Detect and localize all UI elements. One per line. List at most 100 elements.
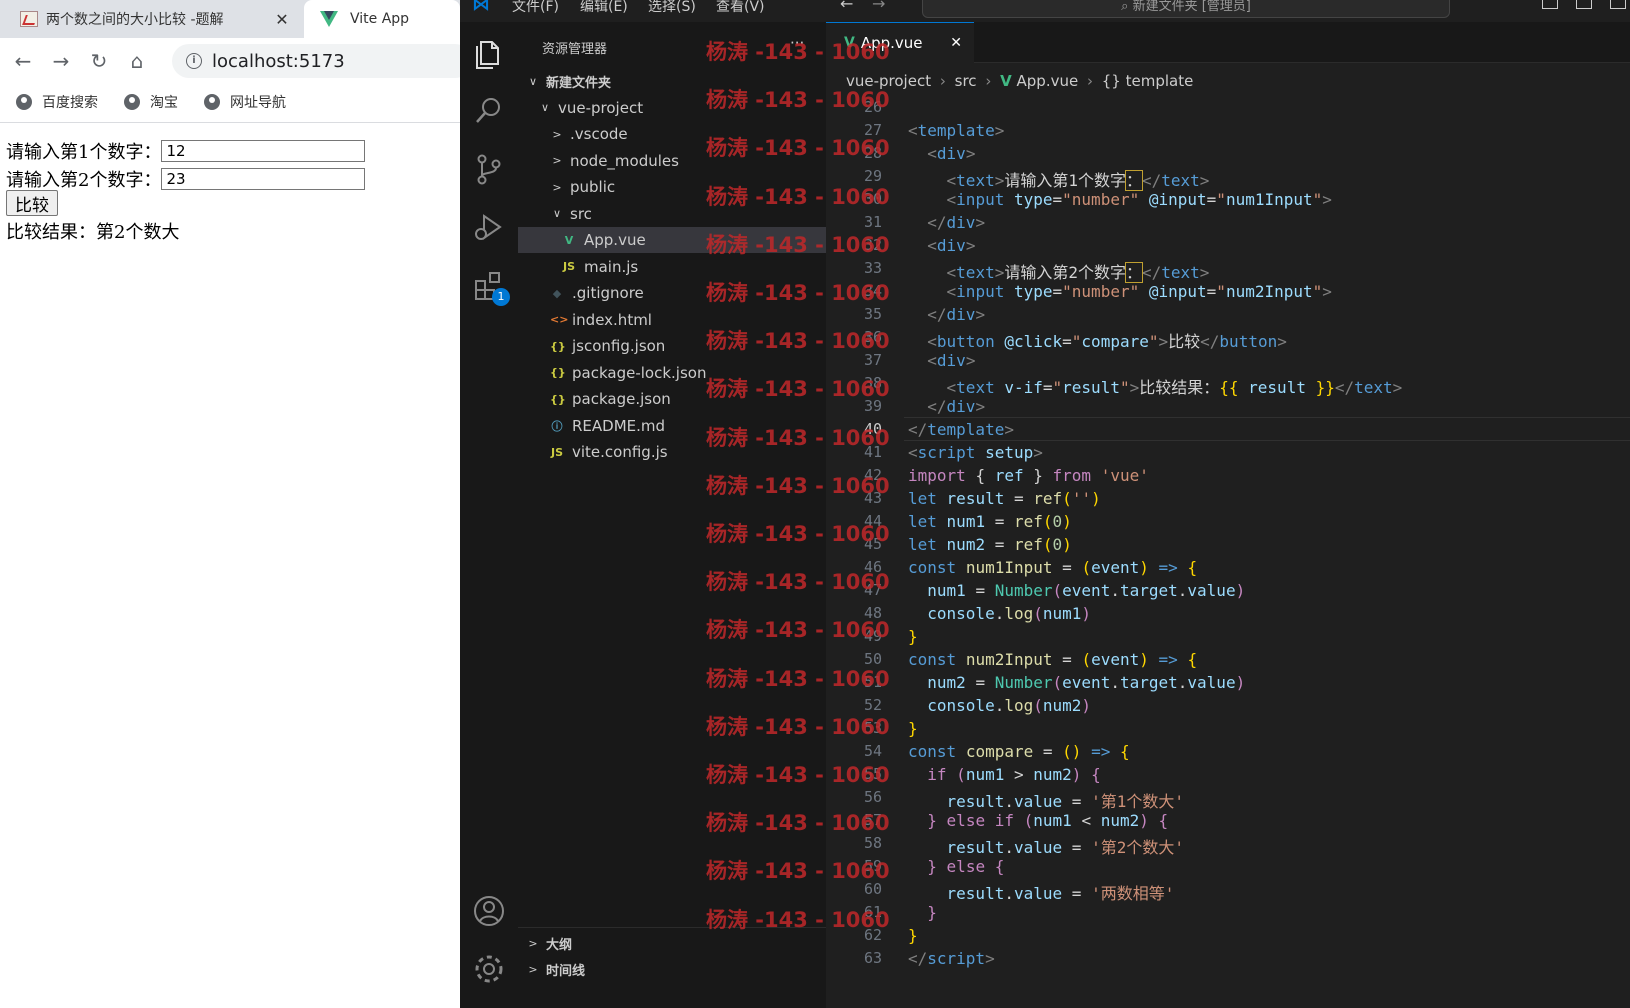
code-line[interactable]: const compare = () => { <box>908 742 1130 761</box>
code-line[interactable]: <text>请输入第1个数字：</text> <box>908 167 1209 191</box>
forward-arrow-icon[interactable]: → <box>46 46 76 76</box>
menu-selection[interactable]: 选择(S) <box>648 0 696 16</box>
file-type-icon: {} <box>550 339 566 353</box>
menu-view[interactable]: 查看(V) <box>716 0 765 16</box>
tab-strip: 两个数之间的大小比较 -题解 ✕ Vite App <box>0 0 460 38</box>
code-line[interactable]: let result = ref('') <box>908 489 1101 508</box>
source-control-icon[interactable] <box>472 152 506 186</box>
number1-input[interactable] <box>161 140 366 162</box>
tab-title: 两个数之间的大小比较 -题解 <box>46 12 224 28</box>
site-info-icon[interactable]: i <box>186 53 202 69</box>
bookmark-nav[interactable]: 网址导航 <box>204 92 286 112</box>
code-line[interactable]: </div> <box>908 305 985 324</box>
code-line[interactable]: <div> <box>908 351 975 370</box>
chevron-right-icon: > <box>528 962 538 976</box>
bookmarks-bar: 百度搜索 淘宝 网址导航 <box>0 84 460 123</box>
code-line[interactable]: <input type="number" @input="num1Input"> <box>908 190 1332 209</box>
globe-icon <box>124 94 140 110</box>
toggle-panel-icon[interactable] <box>1576 0 1592 9</box>
breadcrumb-item[interactable]: App.vue <box>1017 72 1079 90</box>
code-line[interactable]: } <box>908 627 918 646</box>
tree-item-label: vue-project <box>558 98 644 117</box>
number2-input[interactable] <box>161 168 366 190</box>
search-icon[interactable] <box>472 94 506 128</box>
code-line[interactable]: console.log(num2) <box>908 696 1091 715</box>
close-editor-icon[interactable]: ✕ <box>950 35 962 51</box>
code-line[interactable]: <template> <box>908 121 1004 140</box>
number1-row: 请输入第1个数字： <box>6 138 366 164</box>
menu-edit[interactable]: 编辑(E) <box>580 0 628 16</box>
back-arrow-icon[interactable]: ← <box>8 46 38 76</box>
number2-label: 请输入第2个数字： <box>6 170 162 191</box>
chevron-down-icon: ∨ <box>528 74 538 88</box>
file-type-icon: ◆ <box>552 286 562 300</box>
editor-area: V App.vue ✕ vue-project › src › V App.vu… <box>826 22 1630 1008</box>
settings-gear-icon[interactable] <box>472 952 506 986</box>
command-center-search[interactable]: ⌕ 新建文件夹 [管理员] <box>922 0 1450 18</box>
run-debug-icon[interactable] <box>472 210 506 244</box>
code-line[interactable]: } <box>908 926 918 945</box>
code-line[interactable]: const num1Input = (event) => { <box>908 558 1197 577</box>
code-line[interactable]: </div> <box>908 397 985 416</box>
bookmark-baidu[interactable]: 百度搜索 <box>16 92 98 112</box>
code-line[interactable]: </script> <box>908 949 995 968</box>
watermark-text: 杨涛 -143 - 1060 <box>706 570 890 595</box>
code-line[interactable]: <input type="number" @input="num2Input"> <box>908 282 1332 301</box>
site-favicon-icon <box>20 11 38 27</box>
code-line[interactable]: result.value = '第1个数大' <box>908 788 1184 812</box>
toggle-secondary-sidebar-icon[interactable] <box>1610 0 1626 9</box>
code-line[interactable]: </div> <box>908 213 985 232</box>
nav-back-icon[interactable]: ← <box>840 0 853 13</box>
close-tab-icon[interactable]: ✕ <box>274 10 290 29</box>
code-line[interactable]: num1 = Number(event.target.value) <box>908 581 1245 600</box>
watermark-text: 杨涛 -143 - 1060 <box>706 907 890 932</box>
code-line[interactable]: <button @click="compare">比较</button> <box>908 328 1287 352</box>
url-omnibox[interactable]: i localhost:5173 <box>172 44 460 78</box>
code-line[interactable]: <div> <box>908 236 975 255</box>
watermark-text: 杨涛 -143 - 1060 <box>706 522 890 546</box>
breadcrumb-item[interactable]: src <box>955 72 977 90</box>
code-line[interactable]: if (num1 > num2) { <box>908 765 1100 784</box>
outline-section[interactable]: > 大纲 <box>518 930 826 956</box>
code-line[interactable]: import { ref } from 'vue' <box>908 466 1149 485</box>
compare-button[interactable]: 比较 <box>6 190 58 216</box>
tree-item-label: package.json <box>572 390 671 408</box>
nav-forward-icon[interactable]: → <box>872 0 885 13</box>
tree-item-label: .gitignore <box>572 284 644 302</box>
code-line[interactable]: </template> <box>908 420 1014 439</box>
code-line[interactable]: } else if (num1 < num2) { <box>908 811 1168 830</box>
code-line[interactable]: <text>请输入第2个数字：</text> <box>908 259 1209 283</box>
tree-item-label: vite.config.js <box>572 443 668 461</box>
code-line[interactable]: const num2Input = (event) => { <box>908 650 1197 669</box>
activity-bar: 1 <box>460 22 519 1008</box>
menu-file[interactable]: 文件(F) <box>512 0 559 16</box>
code-line[interactable]: <div> <box>908 144 975 163</box>
code-line[interactable]: result.value = '两数相等' <box>908 880 1175 904</box>
code-line[interactable]: <script setup> <box>908 443 1043 462</box>
toggle-sidebar-icon[interactable] <box>1542 0 1558 9</box>
chevron-right-icon: › <box>939 72 946 90</box>
home-icon[interactable]: ⌂ <box>122 46 152 76</box>
browser-tab-vite-app[interactable]: Vite App <box>304 0 460 38</box>
code-line[interactable]: let num1 = ref(0) <box>908 512 1072 531</box>
bookmark-taobao[interactable]: 淘宝 <box>124 92 178 112</box>
code-line[interactable]: console.log(num1) <box>908 604 1091 623</box>
breadcrumb-item[interactable]: {} template <box>1102 72 1194 90</box>
explorer-files-icon[interactable] <box>472 36 506 70</box>
timeline-section[interactable]: > 时间线 <box>518 956 826 982</box>
browser-tab-solution[interactable]: 两个数之间的大小比较 -题解 ✕ <box>0 0 304 38</box>
reload-icon[interactable]: ↻ <box>84 46 114 76</box>
tree-item-label: jsconfig.json <box>572 337 666 355</box>
code-line[interactable]: <text v-if="result">比较结果：{{ result }}</t… <box>908 374 1403 398</box>
code-line[interactable]: } <box>908 719 918 738</box>
url-text[interactable]: localhost:5173 <box>212 51 345 72</box>
code-line[interactable]: num2 = Number(event.target.value) <box>908 673 1245 692</box>
code-line[interactable]: } else { <box>908 857 1004 876</box>
globe-icon <box>16 94 32 110</box>
account-icon[interactable] <box>472 894 506 928</box>
code-line[interactable]: let num2 = ref(0) <box>908 535 1072 554</box>
chevron-right-icon: > <box>552 154 562 167</box>
code-line[interactable]: } <box>908 903 937 922</box>
explorer-title: 资源管理器 <box>542 42 608 57</box>
code-line[interactable]: result.value = '第2个数大' <box>908 834 1184 858</box>
